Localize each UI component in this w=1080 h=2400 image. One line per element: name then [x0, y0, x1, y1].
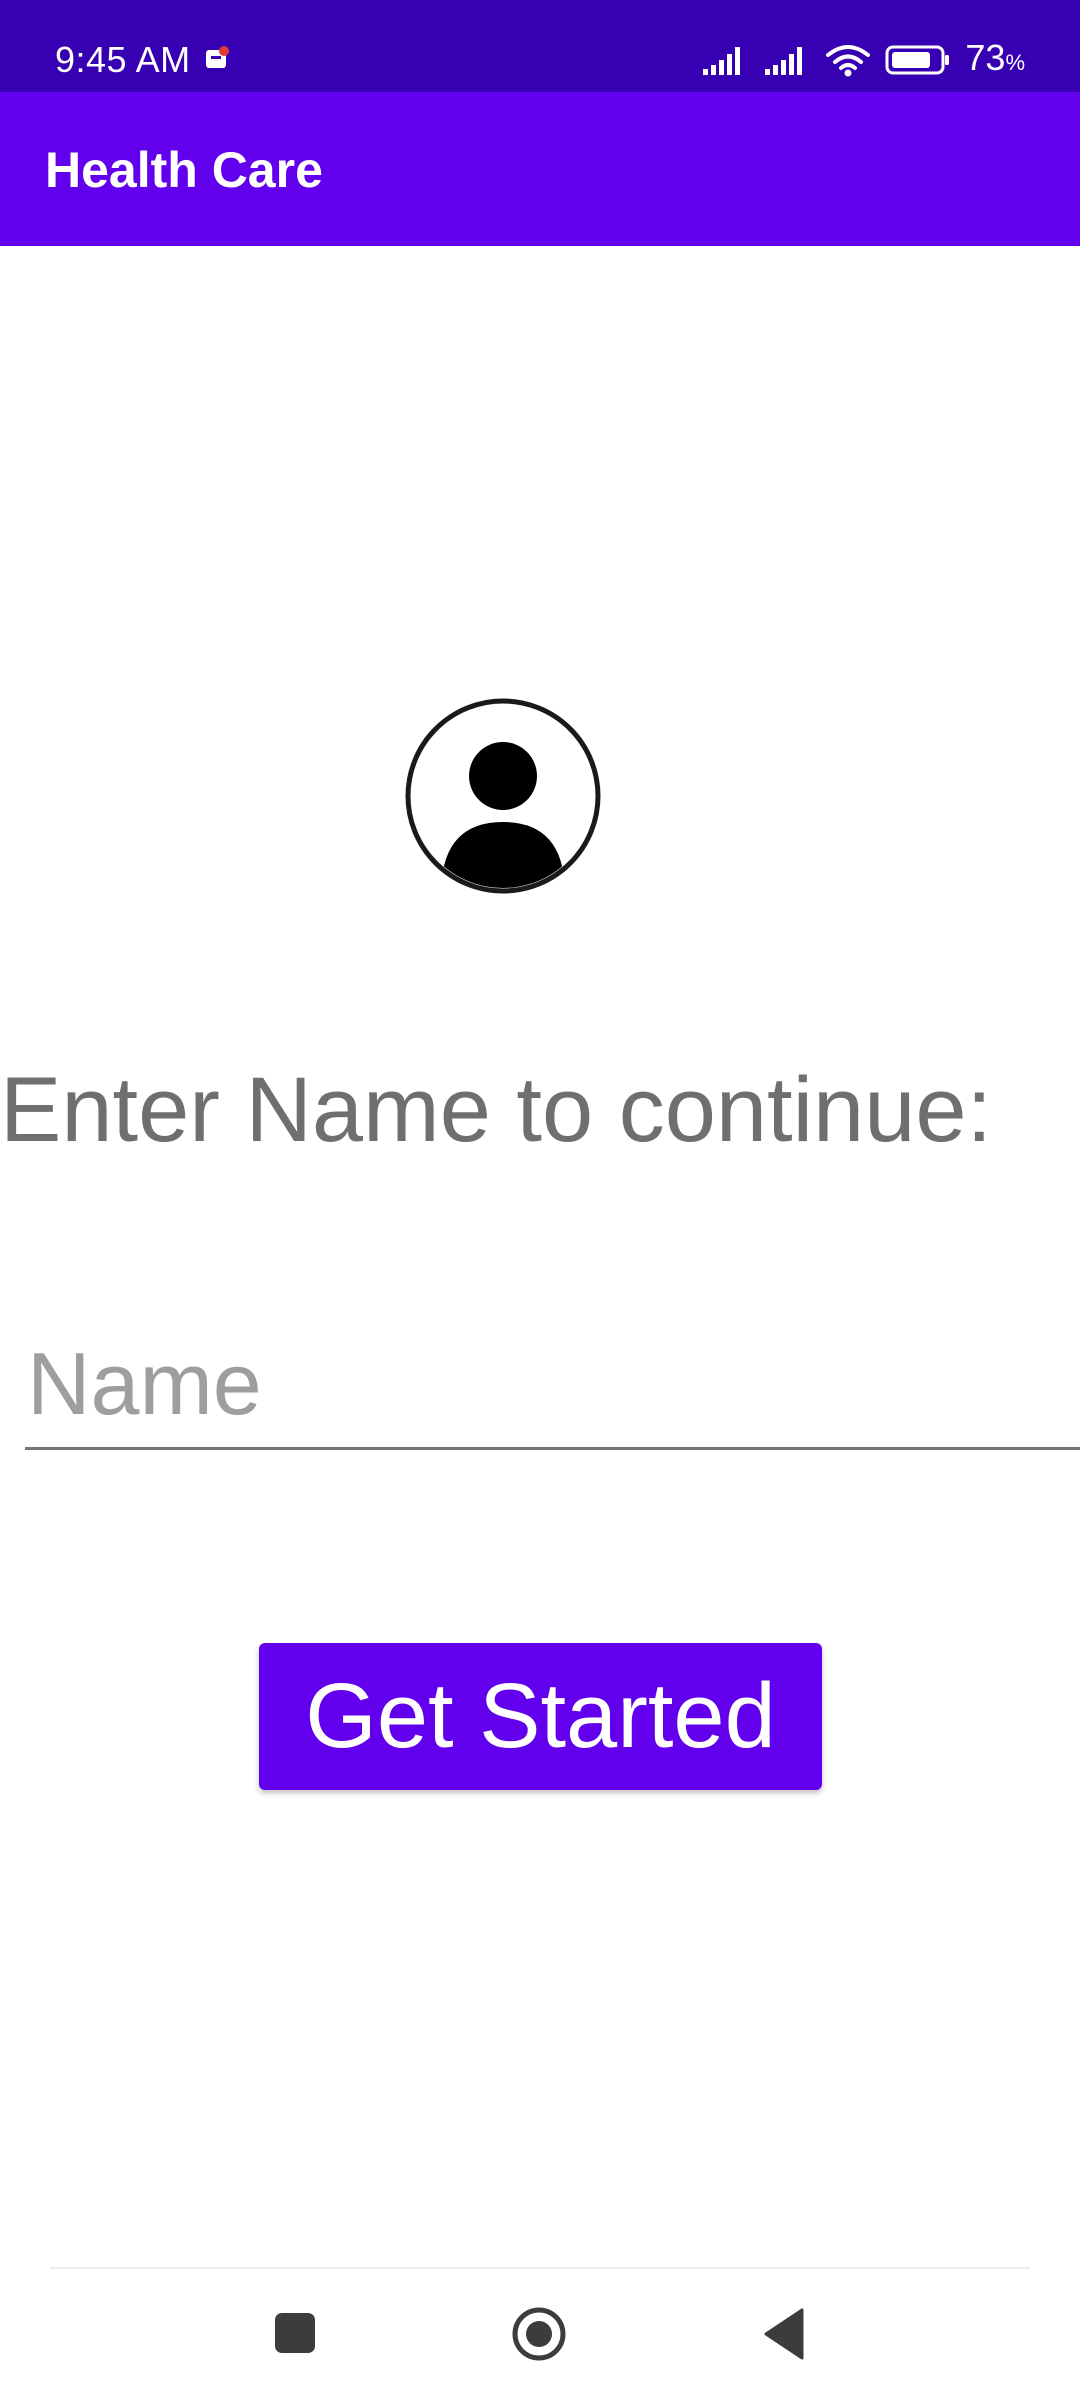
back-triangle-icon[interactable]	[762, 2308, 806, 2360]
app-bar: Health Care	[0, 92, 1080, 246]
screen: 9:45 AM 73% Health Care Enter Name to co…	[0, 0, 1080, 2400]
recents-square-icon[interactable]	[275, 2313, 315, 2353]
signal-icon	[765, 47, 803, 75]
name-field[interactable]	[25, 1325, 1080, 1450]
status-icons: 73%	[701, 36, 1025, 85]
get-started-button[interactable]: Get Started	[259, 1643, 822, 1790]
prompt-label: Enter Name to continue:	[0, 1059, 993, 1161]
nav-divider	[50, 2267, 1030, 2269]
wifi-icon	[826, 45, 871, 77]
battery-percent: 73%	[965, 36, 1025, 85]
person-avatar-icon	[405, 698, 601, 894]
status-bar: 9:45 AM 73%	[0, 0, 1080, 92]
name-input[interactable]	[25, 1325, 1075, 1443]
app-title: Health Care	[45, 142, 323, 198]
signal-icon	[703, 47, 741, 75]
notification-icon	[206, 46, 229, 68]
status-time: 9:45 AM	[55, 39, 191, 80]
battery-icon	[885, 45, 950, 75]
home-circle-icon[interactable]	[511, 2306, 567, 2362]
battery-percent-unit: %	[1005, 49, 1025, 75]
battery-percent-value: 73	[965, 36, 1006, 78]
